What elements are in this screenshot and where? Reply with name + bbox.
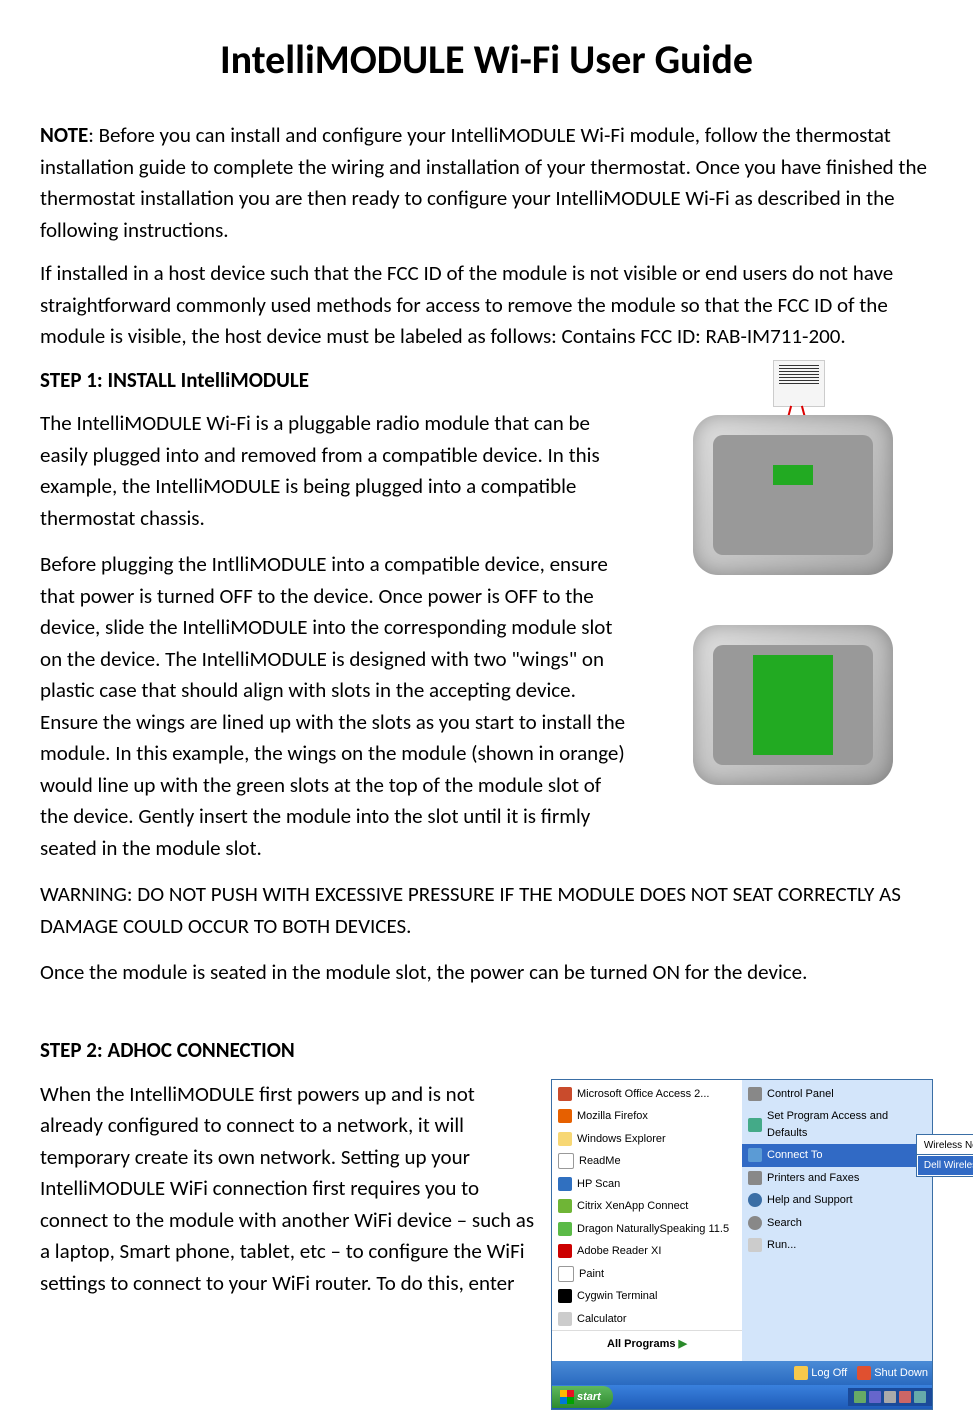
search-icon <box>748 1216 762 1230</box>
submenu-wlan-card: Dell Wireless 1397 WLAN Mini-Card <box>918 1156 973 1175</box>
menu-item-readme[interactable]: ReadMe <box>552 1150 742 1173</box>
logoff-button[interactable]: Log Off <box>794 1365 847 1382</box>
menu-item-hpscan[interactable]: HP Scan <box>552 1173 742 1196</box>
help-icon <box>748 1193 762 1207</box>
menu-item-printers[interactable]: Printers and Faxes <box>742 1167 932 1190</box>
module-install-figure-2 <box>693 625 893 805</box>
menu-item-connect-to[interactable]: Connect To▸ <box>742 1144 932 1167</box>
menu-item-firefox[interactable]: Mozilla Firefox <box>552 1105 742 1128</box>
shutdown-icon <box>857 1366 871 1380</box>
windows-start-menu: Microsoft Office Access 2... Mozilla Fir… <box>551 1079 933 1410</box>
menu-item-help[interactable]: Help and Support <box>742 1189 932 1212</box>
start-button[interactable]: start <box>552 1386 613 1409</box>
windows-logo-icon <box>560 1390 574 1404</box>
menu-item-control-panel[interactable]: Control Panel <box>742 1083 932 1106</box>
windows-taskbar: start <box>552 1385 932 1409</box>
note-label: NOTE <box>40 122 88 148</box>
citrix-icon <box>558 1199 572 1213</box>
text-icon <box>558 1153 574 1169</box>
pdf-icon <box>558 1244 572 1258</box>
firefox-icon <box>558 1109 572 1123</box>
step2-heading: STEP 2: ADHOC CONNECTION <box>40 1037 295 1063</box>
menu-item-run[interactable]: Run... <box>742 1234 932 1257</box>
access-icon <box>558 1087 572 1101</box>
chevron-right-icon: ▶ <box>679 1338 687 1350</box>
step1-paragraph-3: Once the module is seated in the module … <box>40 957 933 989</box>
thermostat-shell-icon <box>693 415 893 575</box>
module-chip-icon <box>773 360 825 407</box>
paint-icon <box>558 1266 574 1282</box>
menu-item-cygwin[interactable]: Cygwin Terminal <box>552 1285 742 1308</box>
logoff-icon <box>794 1366 808 1380</box>
hp-icon <box>558 1177 572 1191</box>
module-install-figure-1 <box>693 415 893 595</box>
network-icon <box>748 1148 762 1162</box>
start-menu-right-column: Control Panel Set Program Access and Def… <box>742 1080 932 1361</box>
submenu-wireless[interactable]: Wireless Network Connection <box>918 1136 973 1155</box>
tray-icon[interactable] <box>899 1391 911 1403</box>
step1-heading: STEP 1: INSTALL IntelliMODULE <box>40 367 309 393</box>
logoff-bar: Log Off Shut Down <box>552 1361 932 1386</box>
menu-item-citrix[interactable]: Citrix XenApp Connect <box>552 1195 742 1218</box>
folder-icon <box>558 1132 572 1146</box>
module-slot-icon <box>773 465 813 485</box>
tray-icon[interactable] <box>869 1391 881 1403</box>
run-icon <box>748 1238 762 1252</box>
menu-item-access[interactable]: Microsoft Office Access 2... <box>552 1083 742 1106</box>
step2-paragraph-1: When the IntelliMODULE first powers up a… <box>40 1079 600 1300</box>
wlan-tooltip: Dell Wireless 1397 WLAN Mini-Card <box>916 1154 973 1177</box>
shutdown-button[interactable]: Shut Down <box>857 1365 928 1382</box>
note-text: : Before you can install and configure y… <box>40 122 927 243</box>
calc-icon <box>558 1312 572 1326</box>
menu-item-explorer[interactable]: Windows Explorer <box>552 1128 742 1151</box>
menu-item-dragon[interactable]: Dragon NaturallySpeaking 11.5 <box>552 1218 742 1241</box>
tray-icon[interactable] <box>854 1391 866 1403</box>
terminal-icon <box>558 1289 572 1303</box>
menu-item-calc[interactable]: Calculator <box>552 1308 742 1331</box>
tray-icon[interactable] <box>884 1391 896 1403</box>
fcc-paragraph: If installed in a host device such that … <box>40 258 933 353</box>
module-slot-icon <box>753 655 833 755</box>
programs-icon <box>748 1118 762 1132</box>
tray-icon[interactable] <box>914 1391 926 1403</box>
step1-paragraph-1: The IntelliMODULE Wi-Fi is a pluggable r… <box>40 408 633 534</box>
menu-item-set-programs[interactable]: Set Program Access and Defaults <box>742 1105 932 1144</box>
start-menu-left-column: Microsoft Office Access 2... Mozilla Fir… <box>552 1080 742 1361</box>
menu-item-adobe[interactable]: Adobe Reader XI <box>552 1240 742 1263</box>
thermostat-shell-icon <box>693 625 893 785</box>
system-tray <box>848 1388 932 1406</box>
printer-icon <box>748 1171 762 1185</box>
step1-paragraph-2: Before plugging the IntlliMODULE into a … <box>40 549 633 864</box>
step1-warning: WARNING: DO NOT PUSH WITH EXCESSIVE PRES… <box>40 879 933 942</box>
all-programs-button[interactable]: All Programs ▶ <box>552 1330 742 1358</box>
menu-item-search[interactable]: Search <box>742 1212 932 1235</box>
note-paragraph: NOTE: Before you can install and configu… <box>40 120 933 246</box>
document-title: IntelliMODULE Wi-Fi User Guide <box>40 30 933 90</box>
dragon-icon <box>558 1222 572 1236</box>
menu-item-paint[interactable]: Paint <box>552 1263 742 1286</box>
control-panel-icon <box>748 1087 762 1101</box>
